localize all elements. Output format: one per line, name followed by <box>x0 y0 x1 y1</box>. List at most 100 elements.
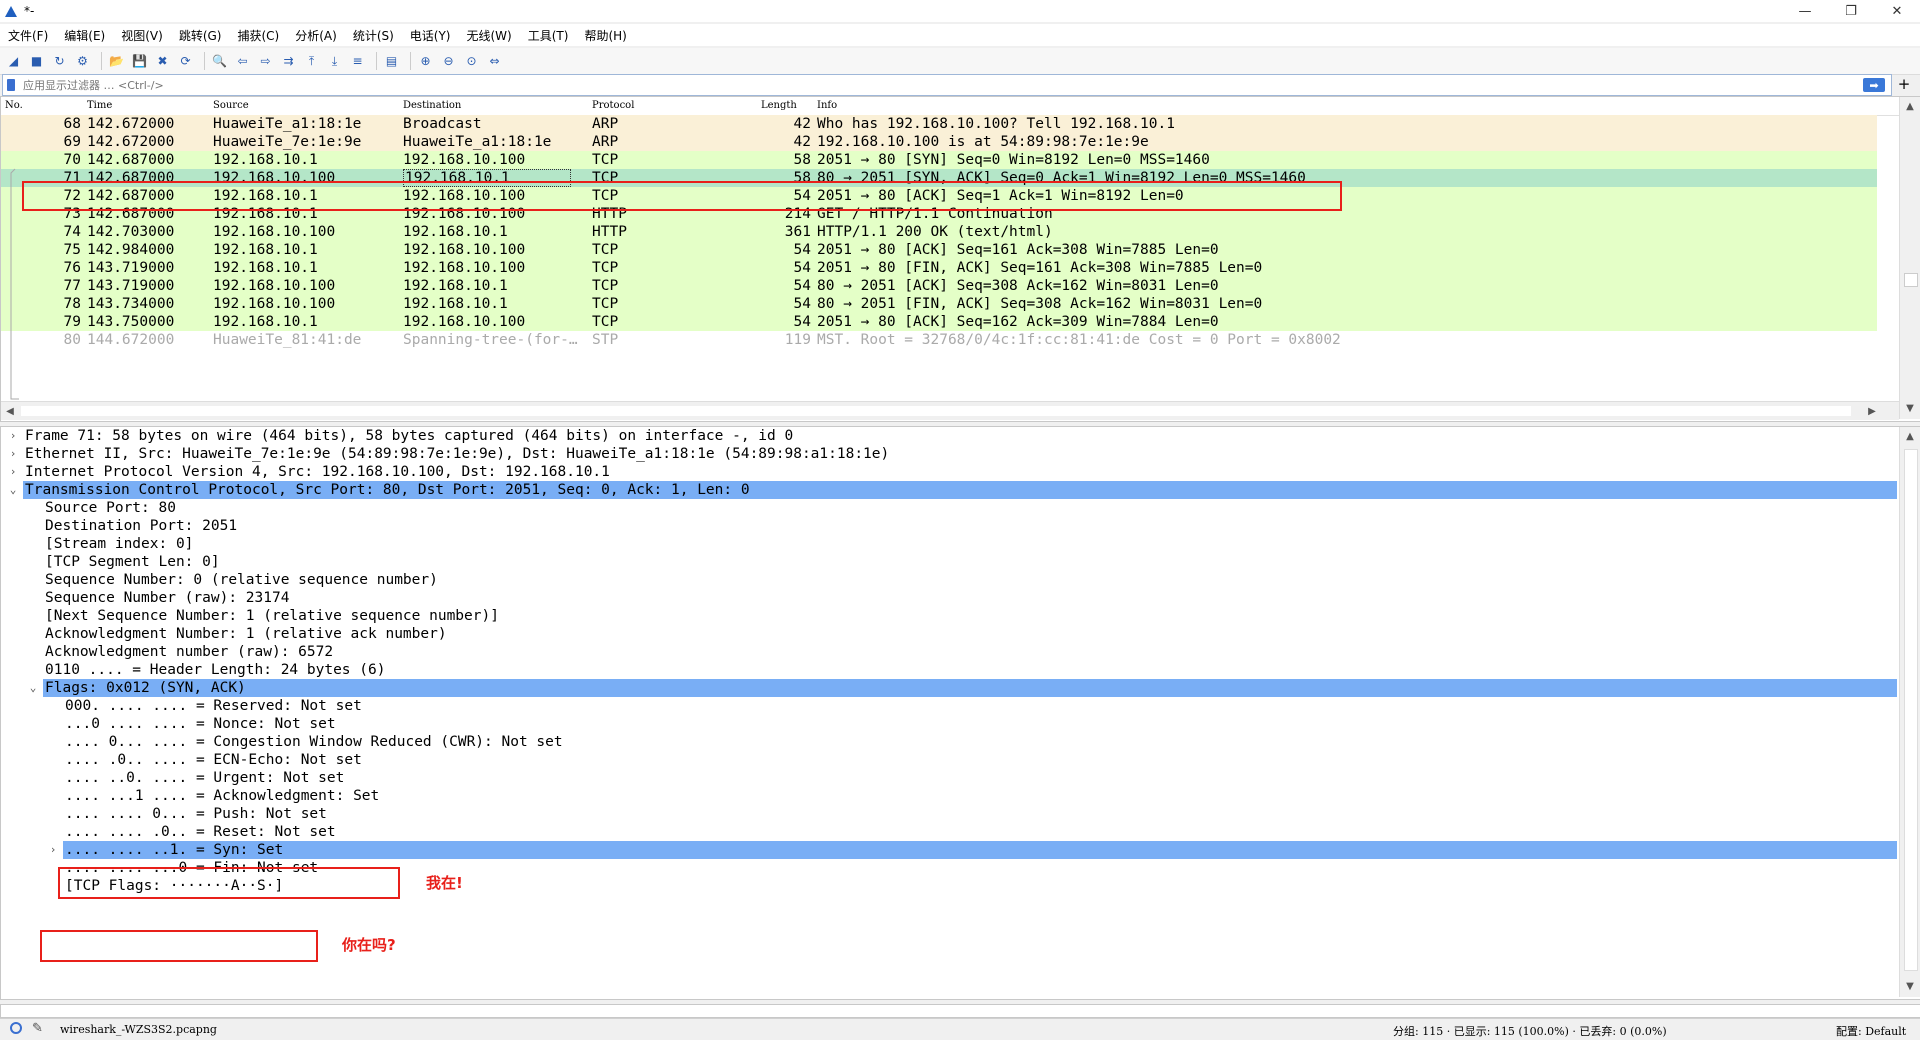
details-vscrollbar[interactable]: ▲ ▼ <box>1899 427 1920 997</box>
menu-item-9[interactable]: 工具(T) <box>520 27 577 44</box>
detail-row[interactable]: .... ...1 .... = Acknowledgment: Set <box>1 787 1901 805</box>
colorize-icon[interactable]: ▤ <box>382 52 401 71</box>
detail-row[interactable]: [TCP Segment Len: 0] <box>1 553 1901 571</box>
maximize-button[interactable]: ❐ <box>1828 0 1874 22</box>
save-file-icon[interactable]: 💾 <box>130 52 149 71</box>
detail-row[interactable]: .... ..0. .... = Urgent: Not set <box>1 769 1901 787</box>
scroll-right-icon[interactable]: ▶ <box>1863 402 1881 420</box>
detail-row[interactable]: [TCP Flags: ·······A··S·] <box>1 877 1901 895</box>
profile-indicator[interactable]: 配置: Default <box>1836 1023 1906 1039</box>
menu-item-2[interactable]: 视图(V) <box>113 27 171 44</box>
go-forward-icon[interactable]: ⇨ <box>256 52 275 71</box>
column-header-no[interactable]: No. <box>5 100 23 111</box>
minimize-button[interactable]: — <box>1782 0 1828 22</box>
menu-item-8[interactable]: 无线(W) <box>459 27 520 44</box>
detail-row[interactable]: Acknowledgment number (raw): 6572 <box>1 643 1901 661</box>
detail-row[interactable]: ⌄ Flags: 0x012 (SYN, ACK) <box>1 679 1901 697</box>
expand-arrow-icon[interactable]: › <box>7 463 19 481</box>
detail-row[interactable]: ...0 .... .... = Nonce: Not set <box>1 715 1901 733</box>
close-file-icon[interactable]: ✖ <box>153 52 172 71</box>
packet-row[interactable]: 76 143.719000 192.168.10.1 192.168.10.100 TC… <box>1 259 1877 277</box>
detail-row[interactable]: Acknowledgment Number: 1 (relative ack n… <box>1 625 1901 643</box>
collapse-arrow-icon[interactable]: ⌄ <box>27 679 39 697</box>
column-header-time[interactable]: Time <box>87 100 112 111</box>
detail-row[interactable]: .... .... .0.. = Reset: Not set <box>1 823 1901 841</box>
column-header-info[interactable]: Info <box>817 100 837 111</box>
expand-arrow-icon[interactable]: › <box>47 841 59 859</box>
detail-row[interactable]: Sequence Number: 0 (relative sequence nu… <box>1 571 1901 589</box>
options-icon[interactable]: ⚙ <box>73 52 92 71</box>
apply-filter-button[interactable]: ➡ <box>1863 78 1885 92</box>
packet-row[interactable]: 75 142.984000 192.168.10.1 192.168.10.100 TC… <box>1 241 1877 259</box>
zoom-out-icon[interactable]: ⊖ <box>439 52 458 71</box>
scroll-down-icon[interactable]: ▼ <box>1900 977 1920 995</box>
column-header-destination[interactable]: Destination <box>403 100 461 111</box>
restart-icon[interactable]: ↻ <box>50 52 69 71</box>
bookmark-icon[interactable] <box>7 79 15 91</box>
detail-row[interactable]: .... .0.. .... = ECN-Echo: Not set <box>1 751 1901 769</box>
stop-icon[interactable]: ■ <box>27 52 46 71</box>
packet-row[interactable]: 78 143.734000 192.168.10.100 192.168.10.1 TC… <box>1 295 1877 313</box>
scroll-down-icon[interactable]: ▼ <box>1900 399 1920 417</box>
packet-row[interactable]: 77 143.719000 192.168.10.100 192.168.10.1 TC… <box>1 277 1877 295</box>
packet-row[interactable]: 69 142.672000 HuaweiTe_7e:1e:9e HuaweiTe_a1… <box>1 133 1877 151</box>
scroll-up-icon[interactable]: ▲ <box>1900 97 1920 115</box>
menu-item-5[interactable]: 分析(A) <box>287 27 345 44</box>
resize-columns-icon[interactable]: ⇔ <box>485 52 504 71</box>
packet-row[interactable]: 68 142.672000 HuaweiTe_a1:18:1e Broadcast AR… <box>1 115 1877 133</box>
zoom-normal-icon[interactable]: ⊙ <box>462 52 481 71</box>
detail-row[interactable]: 000. .... .... = Reserved: Not set <box>1 697 1901 715</box>
expert-info-icon[interactable] <box>10 1022 22 1034</box>
expand-arrow-icon[interactable]: › <box>7 445 19 463</box>
packet-list-vscrollbar[interactable]: ▲ ▼ <box>1899 97 1920 419</box>
expand-arrow-icon[interactable]: › <box>7 427 19 445</box>
packet-bytes-pane[interactable] <box>0 1004 1920 1018</box>
menu-item-10[interactable]: 帮助(H) <box>576 27 634 44</box>
column-header-source[interactable]: Source <box>213 100 249 111</box>
column-header-protocol[interactable]: Protocol <box>592 100 634 111</box>
detail-row[interactable]: Source Port: 80 <box>1 499 1901 517</box>
zoom-in-icon[interactable]: ⊕ <box>416 52 435 71</box>
menu-item-6[interactable]: 统计(S) <box>345 27 402 44</box>
detail-row[interactable]: › Internet Protocol Version 4, Src: 192.1… <box>1 463 1901 481</box>
detail-row[interactable]: › .... .... ..1. = Syn: Set <box>1 841 1901 859</box>
collapse-arrow-icon[interactable]: ⌄ <box>7 481 19 499</box>
shark-fin-icon[interactable]: ◢ <box>4 52 23 71</box>
packet-row[interactable]: 73 142.687000 192.168.10.1 192.168.10.100 HT… <box>1 205 1877 223</box>
menu-item-7[interactable]: 电话(Y) <box>402 27 459 44</box>
detail-row[interactable]: Destination Port: 2051 <box>1 517 1901 535</box>
detail-row[interactable]: .... .... ...0 = Fin: Not set <box>1 859 1901 877</box>
packet-row[interactable]: 71 142.687000 192.168.10.100 192.168.10.1 TC… <box>1 169 1877 187</box>
detail-row[interactable]: .... .... 0... = Push: Not set <box>1 805 1901 823</box>
detail-row[interactable]: Sequence Number (raw): 23174 <box>1 589 1901 607</box>
reload-icon[interactable]: ⟳ <box>176 52 195 71</box>
add-filter-button[interactable]: + <box>1892 74 1916 94</box>
open-file-icon[interactable]: 📂 <box>107 52 126 71</box>
scroll-up-icon[interactable]: ▲ <box>1900 427 1920 445</box>
edit-comment-icon[interactable]: ✎ <box>32 1021 43 1036</box>
close-button[interactable]: ✕ <box>1874 0 1920 22</box>
packet-row[interactable]: 72 142.687000 192.168.10.1 192.168.10.100 TC… <box>1 187 1877 205</box>
detail-row[interactable]: [Stream index: 0] <box>1 535 1901 553</box>
packet-row[interactable]: 74 142.703000 192.168.10.100 192.168.10.1 HT… <box>1 223 1877 241</box>
packet-list-hscrollbar[interactable]: ◀ ▶ <box>1 401 1899 420</box>
last-packet-icon[interactable]: ⤓ <box>325 52 344 71</box>
detail-row[interactable]: 0110 .... = Header Length: 24 bytes (6) <box>1 661 1901 679</box>
detail-row[interactable]: › Frame 71: 58 bytes on wire (464 bits), … <box>1 427 1901 445</box>
hscroll-thumb[interactable] <box>21 406 1851 416</box>
find-icon[interactable]: 🔍 <box>210 52 229 71</box>
detail-row[interactable]: › Ethernet II, Src: HuaweiTe_7e:1e:9e (54… <box>1 445 1901 463</box>
detail-row[interactable]: .... 0... .... = Congestion Window Reduc… <box>1 733 1901 751</box>
menu-item-1[interactable]: 编辑(E) <box>56 27 113 44</box>
detail-row[interactable]: ⌄ Transmission Control Protocol, Src Port… <box>1 481 1901 499</box>
packet-row[interactable]: 70 142.687000 192.168.10.1 192.168.10.100 TC… <box>1 151 1877 169</box>
scroll-left-icon[interactable]: ◀ <box>1 402 19 420</box>
column-header-length[interactable]: Length <box>761 100 797 111</box>
detail-row[interactable]: [Next Sequence Number: 1 (relative seque… <box>1 607 1901 625</box>
first-packet-icon[interactable]: ⤒ <box>302 52 321 71</box>
packet-row[interactable]: 79 143.750000 192.168.10.1 192.168.10.100 TC… <box>1 313 1877 331</box>
packet-row[interactable]: 80 144.672000 HuaweiTe_81:41:de Spanning-tr… <box>1 331 1877 349</box>
scroll-thumb[interactable] <box>1904 449 1918 971</box>
go-to-packet-icon[interactable]: ⇉ <box>279 52 298 71</box>
go-back-icon[interactable]: ⇦ <box>233 52 252 71</box>
